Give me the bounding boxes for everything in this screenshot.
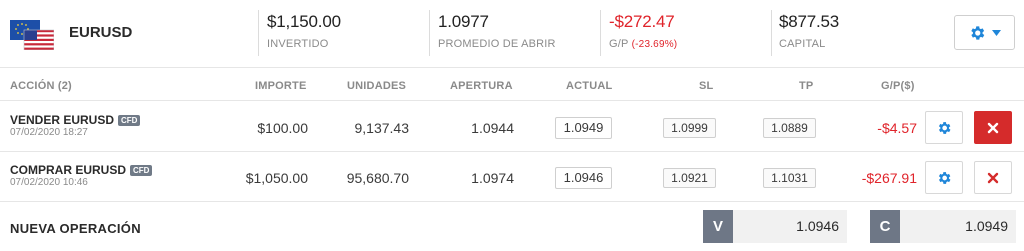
position-date: 07/02/2020 10:46 <box>10 177 88 188</box>
position-title: COMPRAR EURUSD <box>10 163 127 177</box>
divider <box>600 10 601 56</box>
caret-down-icon <box>992 29 1001 36</box>
units-value: 95,680.70 <box>346 170 409 186</box>
current-price-box: 1.0949 <box>555 117 612 139</box>
take-profit-field[interactable]: 1.0889 <box>763 118 816 138</box>
divider <box>429 10 430 56</box>
pl-value: -$4.57 <box>877 120 917 136</box>
gear-icon <box>938 121 951 134</box>
invested-stat: $1,150.00 INVERTIDO <box>267 12 341 50</box>
edit-position-button[interactable] <box>925 111 963 144</box>
close-position-button[interactable] <box>974 111 1012 144</box>
open-value: 1.0944 <box>471 120 514 136</box>
position-date: 07/02/2020 18:27 <box>10 127 88 138</box>
col-units: UNIDADES <box>347 80 407 92</box>
pl-label-row: G/P (-23.69%) <box>609 38 677 50</box>
sell-button[interactable]: V <box>703 210 733 243</box>
invested-label: INVERTIDO <box>267 38 329 50</box>
pl-label: G/P <box>609 38 629 50</box>
col-tp: TP <box>799 80 814 92</box>
position-header: EURUSD $1,150.00 INVERTIDO 1.0977 PROMED… <box>0 0 1024 68</box>
avg-open-stat: 1.0977 PROMEDIO DE ABRIR <box>438 12 556 50</box>
divider <box>258 10 259 56</box>
col-amount: IMPORTE <box>255 80 307 92</box>
positions-table-header: ACCIÓN (2) IMPORTE UNIDADES APERTURA ACT… <box>0 73 1024 101</box>
capital-label: CAPITAL <box>779 38 826 50</box>
avg-open-label: PROMEDIO DE ABRIR <box>438 38 556 50</box>
pl-percent: (-23.69%) <box>631 39 678 50</box>
buy-button[interactable]: C <box>870 210 900 243</box>
table-row[interactable]: COMPRAR EURUSD CFD 07/02/2020 10:46 $1,0… <box>0 152 1024 202</box>
amount-value: $1,050.00 <box>245 170 308 186</box>
position-name: COMPRAR EURUSD CFD <box>10 163 153 177</box>
buy-price[interactable]: 1.0949 <box>900 210 1016 243</box>
stop-loss-field[interactable]: 1.0999 <box>663 118 716 138</box>
pl-value: -$267.91 <box>861 170 917 186</box>
avg-open-value: 1.0977 <box>438 12 489 31</box>
take-profit-field[interactable]: 1.1031 <box>763 168 816 188</box>
capital-value: $877.53 <box>779 12 840 31</box>
gear-icon <box>971 25 985 40</box>
pl-value: -$272.47 <box>609 12 675 31</box>
current-price-box: 1.0946 <box>555 167 612 189</box>
divider <box>771 10 772 56</box>
col-current: ACTUAL <box>566 80 613 92</box>
pl-stat: -$272.47 G/P (-23.69%) <box>609 12 677 50</box>
col-pl: G/P($) <box>881 80 915 92</box>
capital-stat: $877.53 CAPITAL <box>779 12 839 50</box>
col-sl: SL <box>699 80 714 92</box>
open-value: 1.0974 <box>471 170 514 186</box>
cfd-badge: CFD <box>118 114 141 126</box>
table-row[interactable]: VENDER EURUSD CFD 07/02/2020 18:27 $100.… <box>0 102 1024 152</box>
col-action: ACCIÓN (2) <box>10 80 72 92</box>
position-title: VENDER EURUSD <box>10 113 115 127</box>
eu-us-flag-icon <box>10 20 54 50</box>
instrument-symbol: EURUSD <box>69 24 133 41</box>
new-operation-label: NUEVA OPERACIÓN <box>10 221 141 236</box>
new-operation-bar: NUEVA OPERACIÓN V 1.0946 C 1.0949 <box>0 203 1024 251</box>
settings-dropdown-button[interactable] <box>954 15 1015 50</box>
close-icon <box>987 122 999 133</box>
col-open: APERTURA <box>450 80 513 92</box>
edit-position-button[interactable] <box>925 161 963 194</box>
amount-value: $100.00 <box>257 120 308 136</box>
units-value: 9,137.43 <box>354 120 410 136</box>
gear-icon <box>938 171 951 184</box>
sell-price[interactable]: 1.0946 <box>733 210 847 243</box>
invested-value: $1,150.00 <box>267 12 341 31</box>
position-name: VENDER EURUSD CFD <box>10 113 141 127</box>
cfd-badge: CFD <box>130 164 153 176</box>
stop-loss-field[interactable]: 1.0921 <box>663 168 716 188</box>
close-position-button[interactable] <box>974 161 1012 194</box>
close-icon <box>987 172 999 183</box>
